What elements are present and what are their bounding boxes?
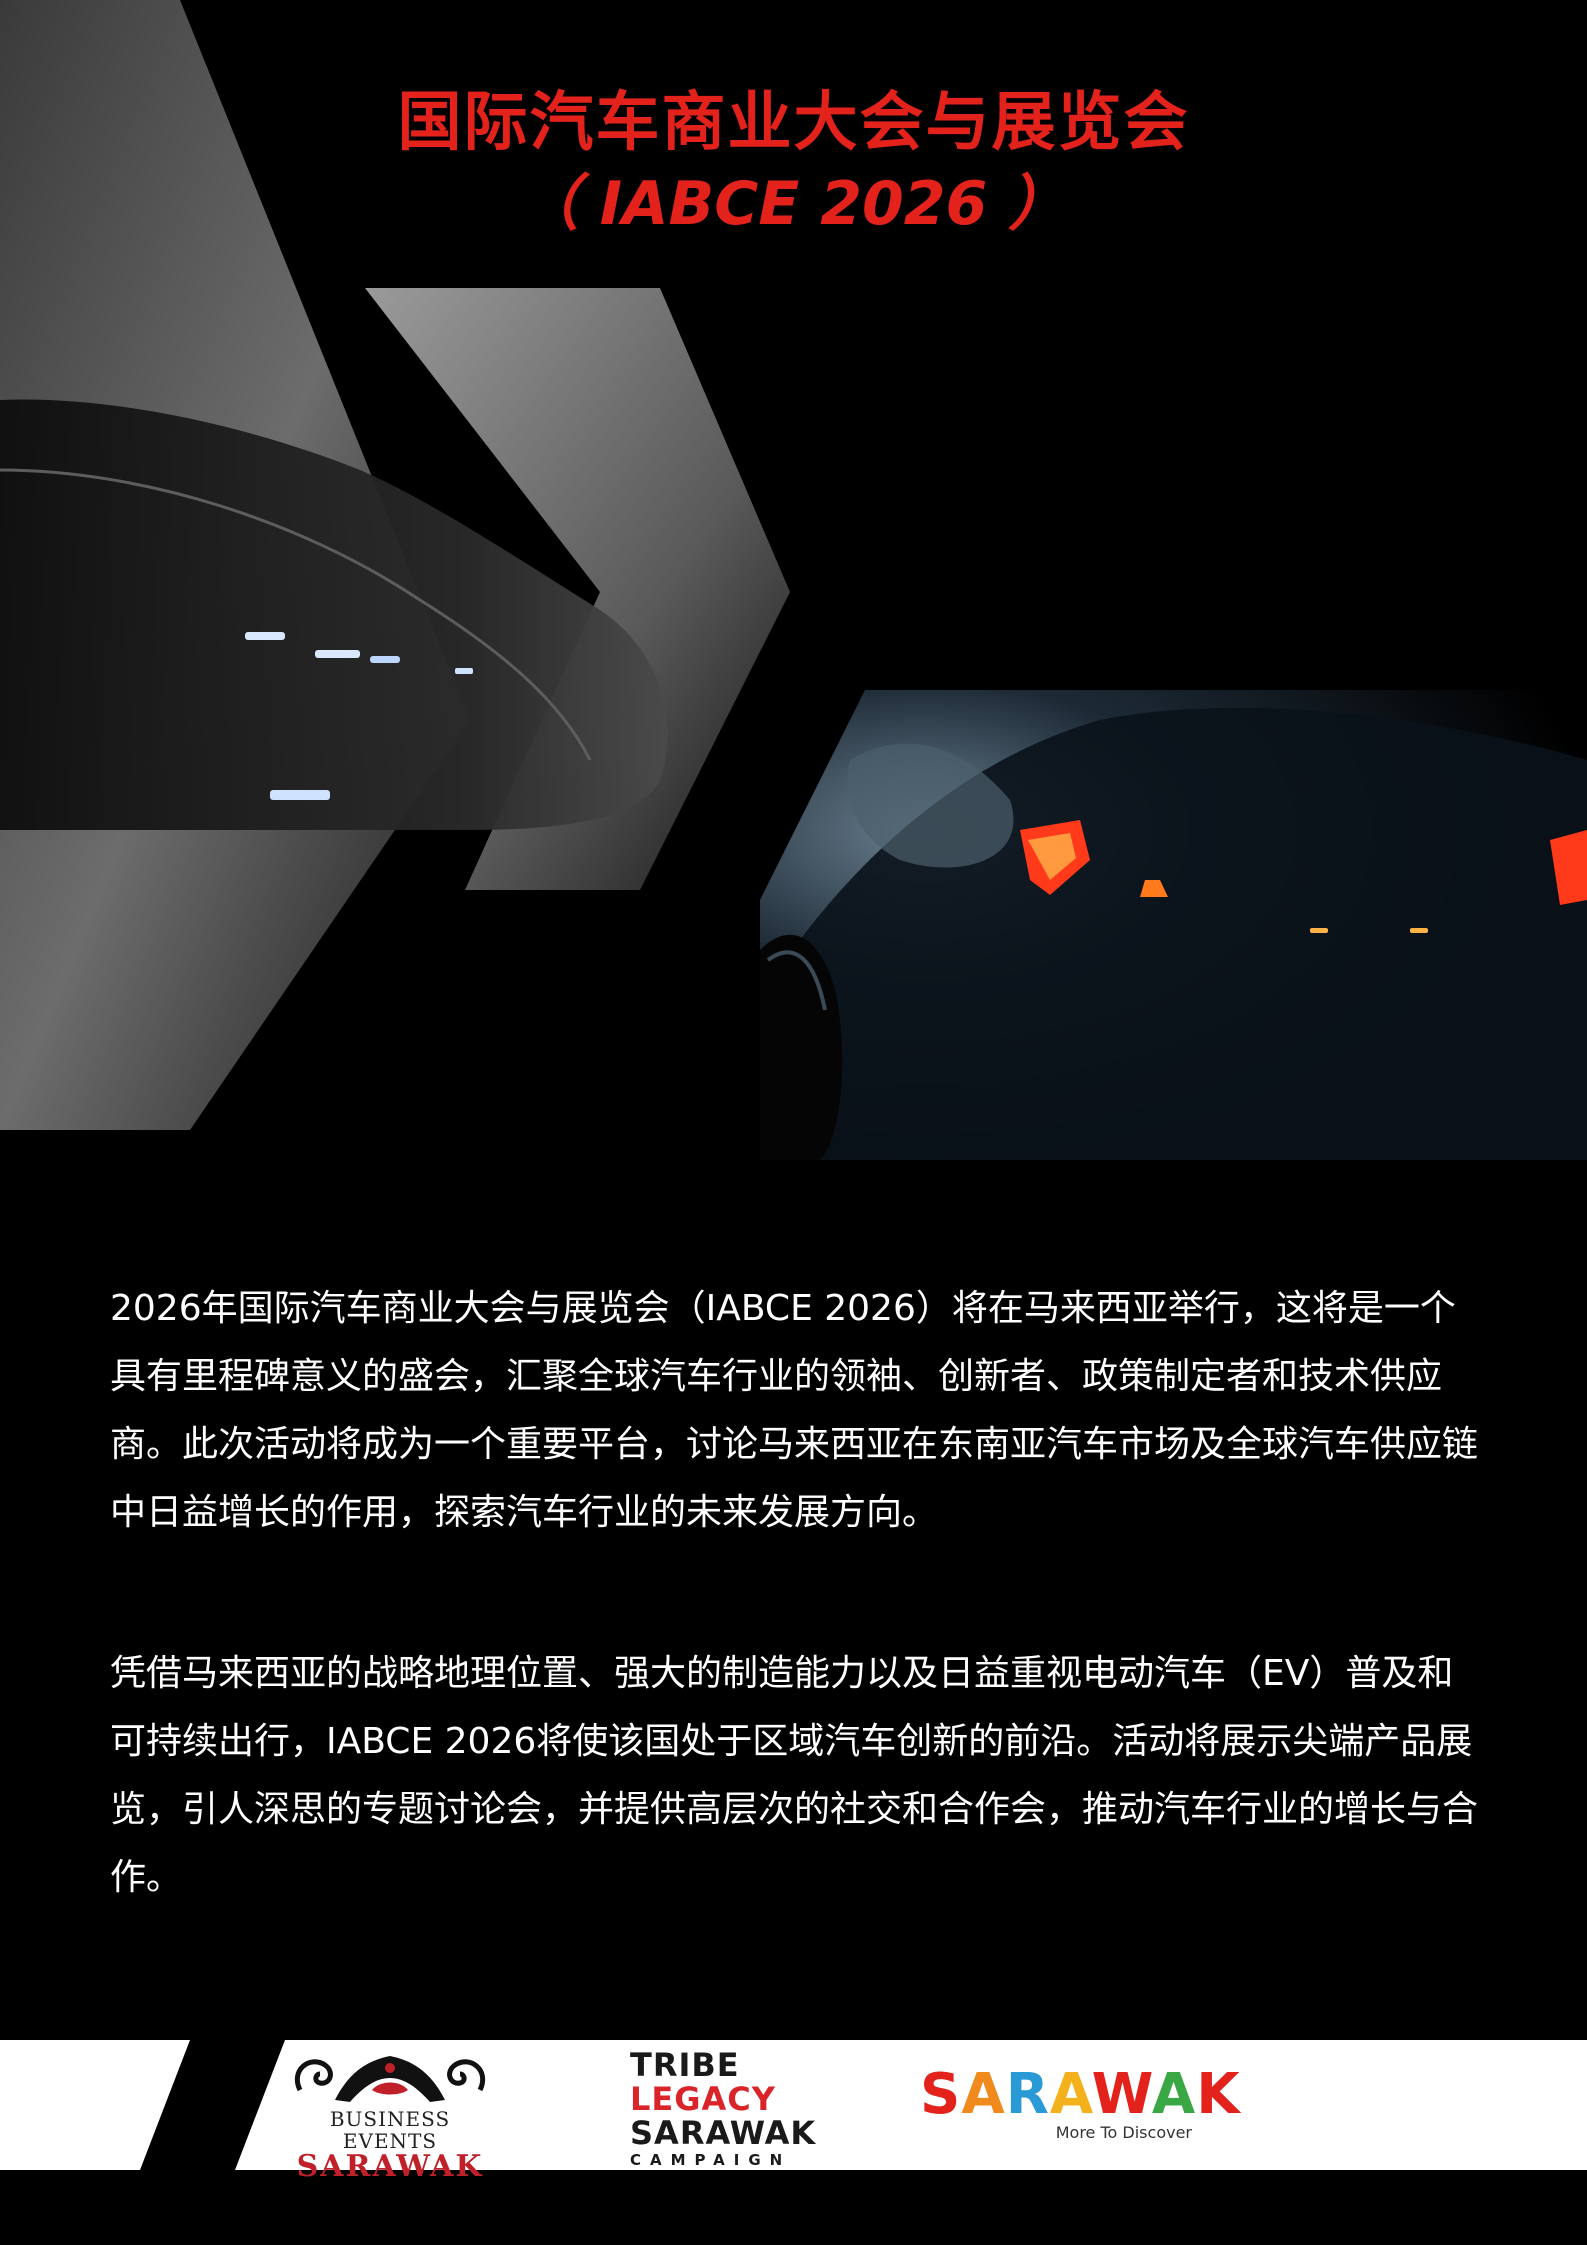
tribe-logo-line-1: TRIBE <box>630 2046 740 2084</box>
paragraph-text-2: 凭借马来西亚的战略地理位置、强大的制造能力以及日益重视电动汽车（EV）普及和可持… <box>110 1653 1479 1898</box>
sarawak-logo-letter: A <box>1049 2062 1092 2127</box>
bes-logo-top-text: BUSINESS EVENTS <box>329 2107 451 2153</box>
paragraph-text-1: 2026年国际汽车商业大会与展览会（IABCE 2026）将在马来西亚举行，这将… <box>110 1288 1479 1533</box>
title-line-chinese: 国际汽车商业大会与展览会 <box>397 86 1190 160</box>
brochure-page: 国际汽车商业大会与展览会 （ IABCE 2026 ） 2026年国际汽车商业大… <box>0 0 1587 2245</box>
sarawak-logo-letter: A <box>1151 2062 1197 2127</box>
tribe-logo-line-3: SARAWAK <box>630 2114 817 2152</box>
intro-paragraph: 2026年国际汽车商业大会与展览会（IABCE 2026）将在马来西亚举行，这将… <box>110 1275 1480 1547</box>
tribe-logo-line-2: LEGACY <box>630 2080 776 2118</box>
detail-paragraph: 凭借马来西亚的战略地理位置、强大的制造能力以及日益重视电动汽车（EV）普及和可持… <box>110 1640 1480 1912</box>
business-events-sarawak-logo: BUSINESS EVENTS SARAWAK <box>290 2050 490 2182</box>
tribe-legacy-logo: TRIBE LEGACY SARAWAK CAMPAIGN <box>630 2046 817 2170</box>
sarawak-tourism-logo: SARAWAK More To Discover <box>920 2062 1240 2143</box>
sarawak-logo-letter: W <box>1091 2062 1152 2127</box>
sarawak-logo-word: SARAWAK <box>920 2062 1240 2127</box>
sarawak-logo-letter: K <box>1196 2062 1241 2127</box>
tribe-logo-line-4: CAMPAIGN <box>630 2151 792 2169</box>
sarawak-logo-letter: S <box>920 2062 962 2127</box>
bes-logo-bottom-text: SARAWAK <box>296 2149 484 2184</box>
title-line-english: （ IABCE 2026 ） <box>518 169 1069 239</box>
sarawak-logo-letter: R <box>1005 2062 1050 2127</box>
bes-emblem-icon <box>294 2056 486 2102</box>
page-title: 国际汽车商业大会与展览会 （ IABCE 2026 ） <box>0 82 1587 244</box>
sarawak-logo-letter: A <box>961 2062 1006 2127</box>
